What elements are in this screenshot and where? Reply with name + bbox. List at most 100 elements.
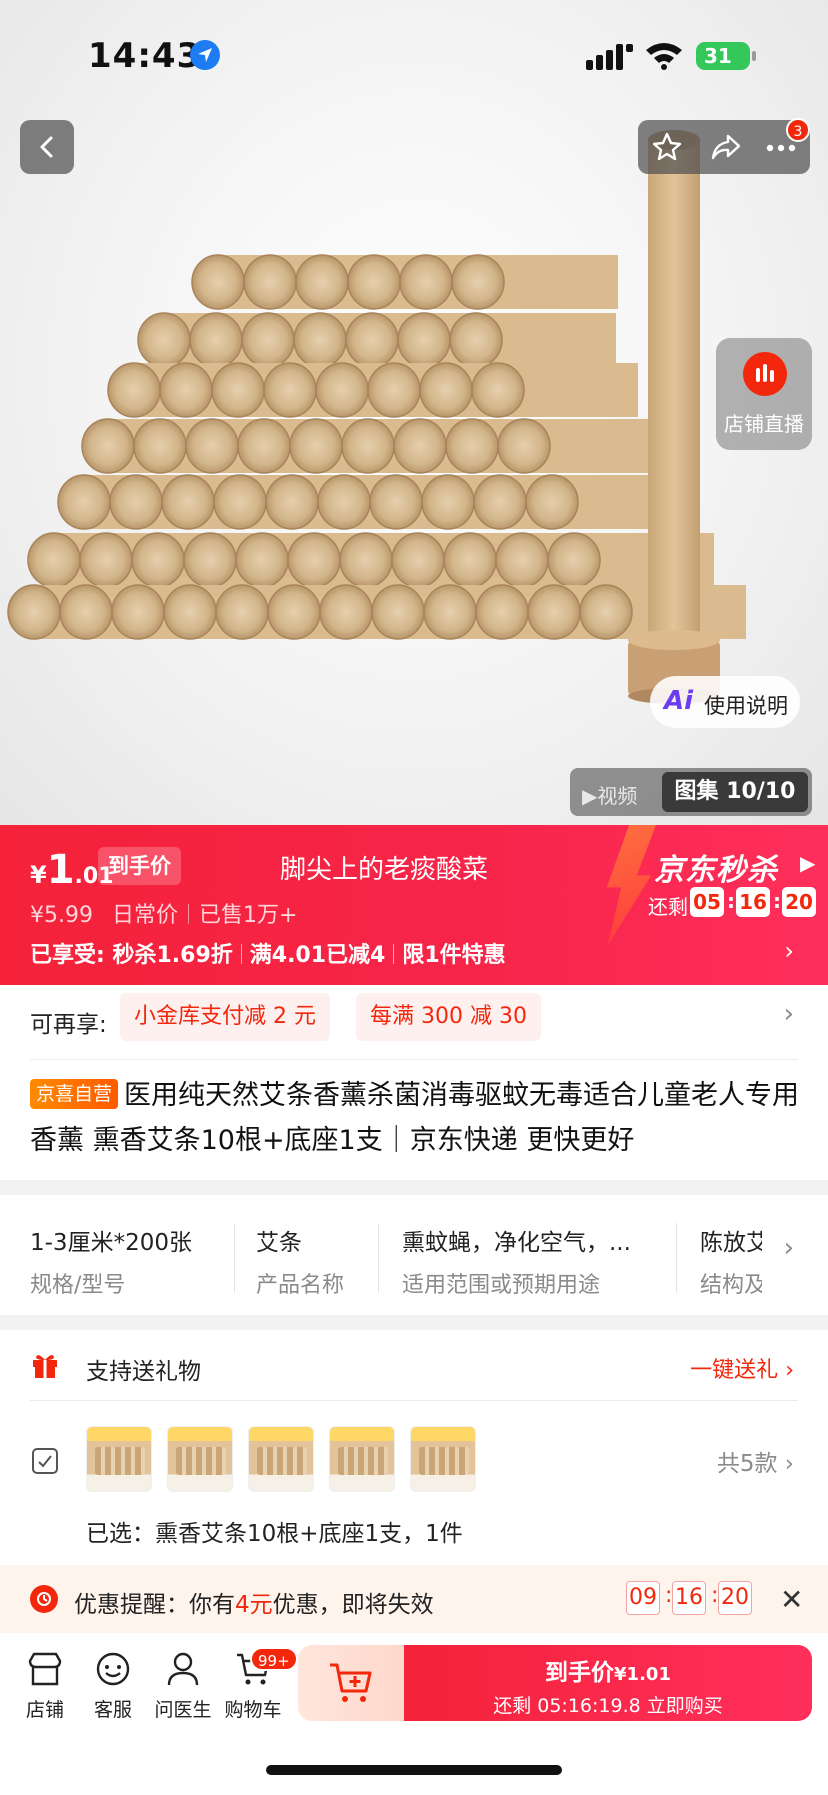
nav-doctor-label: 问医生 xyxy=(154,1699,212,1721)
original-price: ¥5.99 xyxy=(30,903,93,928)
divider xyxy=(234,1223,235,1293)
variant-thumbnail[interactable] xyxy=(167,1426,233,1492)
promo-prefix: 优惠提醒：你有 xyxy=(74,1592,235,1618)
nav-shop[interactable]: 店铺 xyxy=(10,1651,80,1722)
chevron-right-icon[interactable]: › xyxy=(784,999,794,1029)
variant-thumbnail[interactable] xyxy=(248,1426,314,1492)
star-icon[interactable] xyxy=(652,132,682,162)
promo-countdown-seconds: 20 xyxy=(718,1581,752,1615)
gift-icon xyxy=(33,1355,57,1378)
signal-icon xyxy=(586,44,633,70)
selected-variant[interactable]: 已选：熏香艾条10根+底座1支，1件 xyxy=(86,1514,463,1548)
flash-sale-title[interactable]: 京东秒杀 xyxy=(654,845,778,889)
promo-reminder-bar[interactable]: 优惠提醒：你有4元优惠，即将失效 09 : 16 : 20 ✕ xyxy=(0,1565,828,1633)
nav-doctor[interactable]: 问医生 xyxy=(148,1651,218,1722)
status-bar: 14:43 31 xyxy=(0,0,828,110)
wifi-icon xyxy=(646,43,682,70)
spec-key: 适用范围或预期用途 xyxy=(402,1273,601,1298)
self-run-badge: 京喜自营 xyxy=(30,1079,119,1109)
buy-now-button[interactable]: 到手价¥1.01 还剩 05:16:19.8 立即购买 xyxy=(404,1645,812,1721)
buy-label: 到手价 xyxy=(545,1660,615,1686)
tab-gallery[interactable]: 图集 10/10 xyxy=(662,772,808,812)
price-integer: 1 xyxy=(46,847,75,893)
share-icon[interactable] xyxy=(710,132,742,162)
original-price-row: ¥5.99 日常价 已售1万+ xyxy=(30,897,297,929)
flash-sale-banner[interactable]: ¥1.01 到手价 脚尖上的老痰酸菜 ¥5.99 日常价 已售1万+ 已享受: 秒… xyxy=(0,825,828,985)
benefit-item: 秒杀1.69折 xyxy=(112,943,233,968)
spec-value: 1-3厘米*200张 xyxy=(30,1230,192,1256)
benefit-item: 满4.01已减4 xyxy=(249,943,386,968)
benefits-label: 已享受: xyxy=(30,943,105,968)
top-action-group xyxy=(638,120,810,174)
promo-countdown-minutes: 16 xyxy=(672,1581,706,1615)
buy-price: ¥1.01 xyxy=(614,1664,671,1685)
seller-note: 脚尖上的老痰酸菜 xyxy=(280,855,489,885)
alarm-icon xyxy=(30,1585,58,1613)
store-live-button[interactable]: 店铺直播 xyxy=(716,338,812,450)
ai-icon: Ai xyxy=(664,686,694,716)
tab-video[interactable]: ▶视频 xyxy=(582,780,637,809)
variant-thumbnail[interactable] xyxy=(86,1426,152,1492)
service-icon xyxy=(96,1652,130,1686)
variant-thumbnail[interactable] xyxy=(410,1426,476,1492)
add-cart-icon xyxy=(330,1663,372,1702)
back-icon xyxy=(40,136,53,158)
battery-indicator: 31 xyxy=(696,42,750,70)
chevron-right-icon: › xyxy=(783,1233,794,1263)
gift-label: 支持送礼物 xyxy=(86,1359,201,1385)
variant-thumbnail[interactable] xyxy=(329,1426,395,1492)
spec-value: 艾条 xyxy=(256,1230,302,1256)
notification-badge: 3 xyxy=(786,118,810,142)
spec-strip[interactable]: 1-3厘米*200张 规格/型号 艾条 产品名称 熏蚊蝇，净化空气，... 适用… xyxy=(0,1195,828,1315)
countdown-seconds: 20 xyxy=(782,887,816,917)
spec-item: 1-3厘米*200张 规格/型号 xyxy=(30,1223,230,1299)
spec-item: 熏蚊蝇，净化空气，... 适用范围或预期用途 xyxy=(402,1223,652,1299)
sold-count: 已售1万+ xyxy=(199,903,298,928)
back-button[interactable] xyxy=(20,120,74,174)
countdown-sep: : xyxy=(727,889,735,913)
more-icon[interactable] xyxy=(766,144,796,152)
spec-item: 陈放艾 结构及 xyxy=(700,1223,762,1299)
live-icon xyxy=(743,352,787,396)
product-detail-page: 14:43 31 3 店铺直播 Ai 使用说明 ▶视频 图集 10/10 ¥1.… xyxy=(0,0,828,1795)
gift-and-variants: 支持送礼物 一键送礼 › 共5款 › 已选：熏香艾条10根+底座1支，1件 xyxy=(0,1330,828,1565)
countdown-label: 还剩 xyxy=(648,895,688,919)
currency-symbol: ¥ xyxy=(30,861,47,889)
ai-instructions-button[interactable]: Ai 使用说明 xyxy=(650,676,800,728)
close-icon[interactable]: ✕ xyxy=(780,1583,803,1616)
spec-value: 熏蚊蝇，净化空气，... xyxy=(402,1230,631,1256)
tab-video-label: 视频 xyxy=(597,784,638,808)
promo-amount: 4元 xyxy=(235,1592,273,1618)
original-price-label: 日常价 xyxy=(111,903,178,928)
battery-cap xyxy=(752,51,756,61)
nav-shop-label: 店铺 xyxy=(25,1699,64,1721)
add-to-cart-button[interactable] xyxy=(298,1645,404,1721)
doctor-icon xyxy=(167,1652,199,1686)
product-image-gallery[interactable]: 14:43 31 3 店铺直播 Ai 使用说明 ▶视频 图集 10/10 xyxy=(0,0,828,825)
bolt-decoration xyxy=(606,825,656,945)
home-indicator xyxy=(266,1765,562,1775)
chevron-right-icon: › xyxy=(784,1451,794,1477)
countdown-sep: : xyxy=(773,889,781,913)
send-gift-link[interactable]: 一键送礼 › xyxy=(690,1352,794,1384)
spec-value: 陈放艾 xyxy=(700,1230,762,1256)
nav-service[interactable]: 客服 xyxy=(78,1651,148,1722)
coupon-chip[interactable]: 小金库支付减 2 元 xyxy=(120,993,330,1041)
countdown-minutes: 16 xyxy=(736,887,770,917)
play-icon: ▶ xyxy=(582,784,598,808)
variant-count[interactable]: 共5款 › xyxy=(717,1444,794,1478)
cart-badge: 99+ xyxy=(250,1647,298,1671)
variant-count-label: 共5款 xyxy=(716,1451,778,1477)
promo-countdown-hours: 09 xyxy=(626,1581,660,1615)
nav-service-label: 客服 xyxy=(93,1699,132,1721)
divider xyxy=(378,1223,379,1293)
product-title-text: 医用纯天然艾条香薰杀菌消毒驱蚊无毒适合儿童老人专用香薰 熏香艾条10根+底座1支… xyxy=(30,1080,800,1156)
media-tabs: ▶视频 图集 10/10 xyxy=(570,768,812,816)
buy-countdown: 还剩 05:16:19.8 立即购买 xyxy=(493,1695,723,1717)
coupon-chip[interactable]: 每满 300 减 30 xyxy=(356,993,541,1041)
ai-instructions-label: 使用说明 xyxy=(704,694,788,718)
divider xyxy=(30,1059,798,1060)
shop-icon xyxy=(28,1652,62,1686)
location-icon xyxy=(190,40,220,70)
chevron-right-icon: › xyxy=(785,1358,794,1383)
